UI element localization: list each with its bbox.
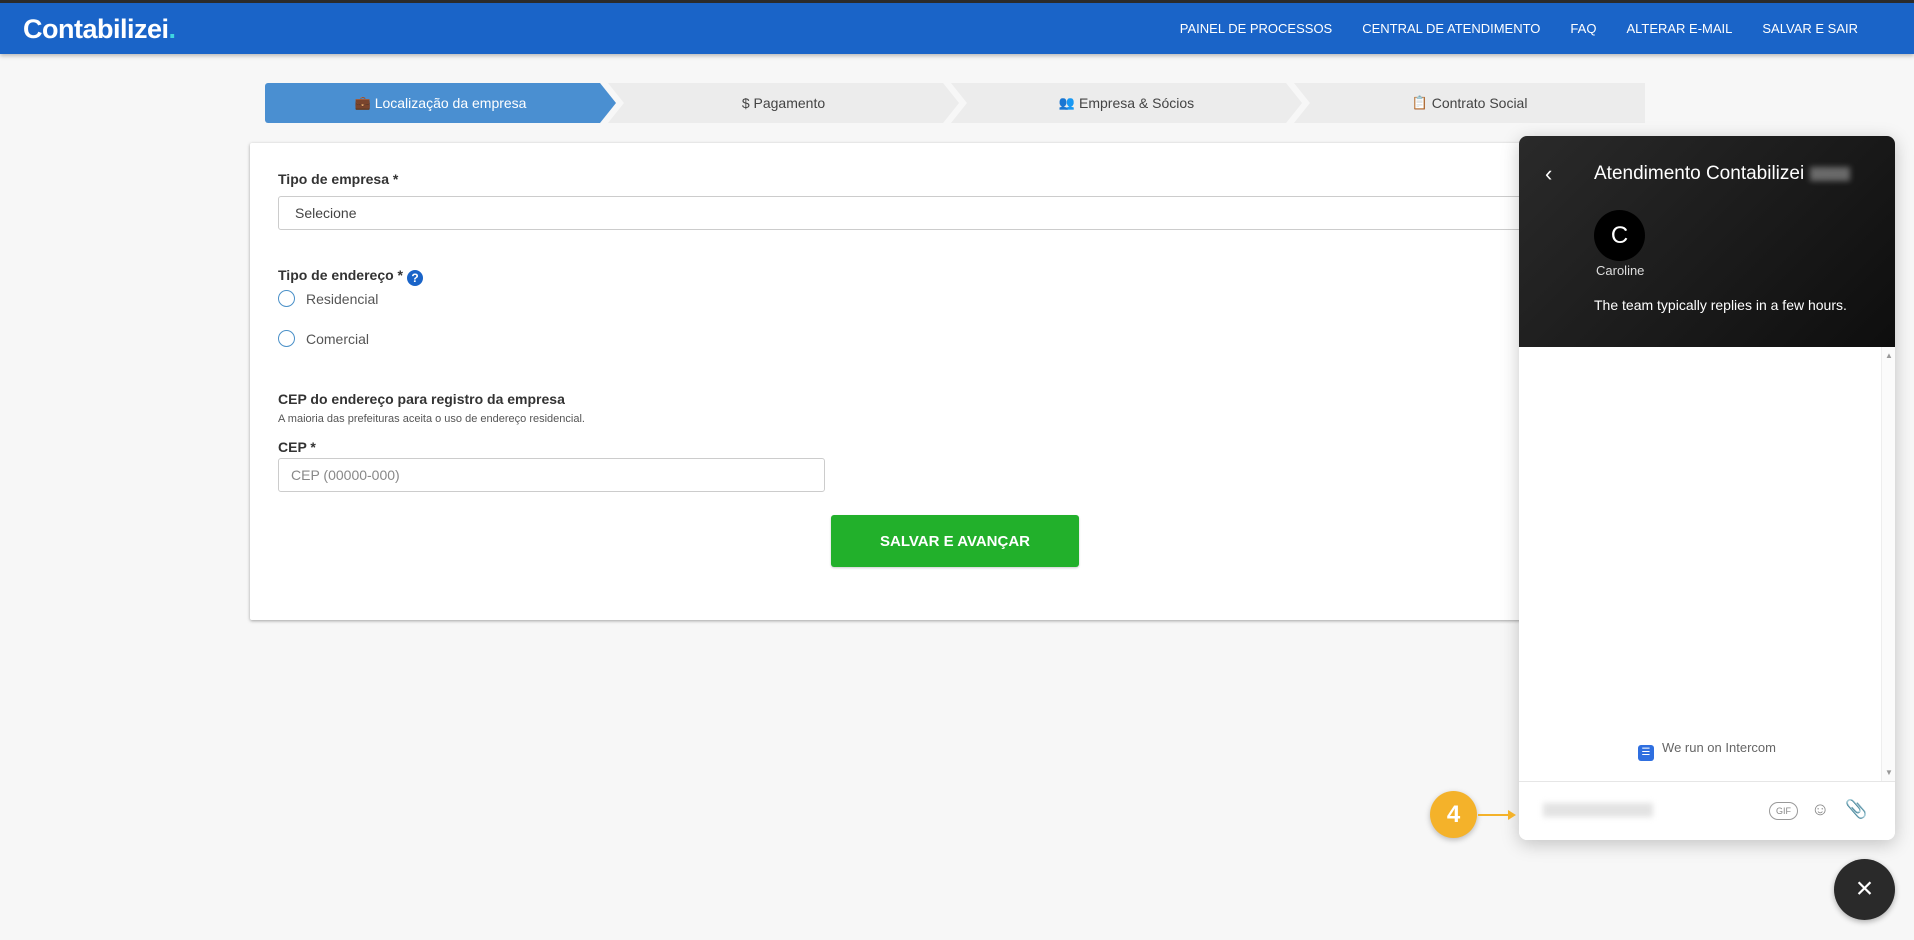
chat-header: ‹ Atendimento Contabilizei C Caroline Th… xyxy=(1519,136,1895,347)
reply-time-note: The team typically replies in a few hour… xyxy=(1594,297,1847,313)
radio-circle[interactable] xyxy=(278,290,295,307)
briefcase-icon: 💼 xyxy=(354,95,371,110)
intercom-logo-icon: ☰ xyxy=(1638,745,1655,761)
step-pagamento[interactable]: $ Pagamento xyxy=(608,83,959,123)
close-chat-button[interactable]: × xyxy=(1834,859,1895,920)
back-arrow-icon[interactable]: ‹ xyxy=(1545,161,1552,187)
contabilizei-logo[interactable]: Contabilizei. xyxy=(23,14,176,45)
radio-residencial[interactable]: Residencial xyxy=(278,290,378,307)
gif-button[interactable]: GIF xyxy=(1769,802,1798,820)
step-contrato-social[interactable]: 📋 Contrato Social xyxy=(1294,83,1645,123)
cep-input[interactable]: CEP (00000-000) xyxy=(278,458,825,492)
save-and-advance-button[interactable]: SALVAR E AVANÇAR xyxy=(831,515,1079,567)
company-type-select[interactable]: Selecione xyxy=(278,196,1658,230)
step-localizacao[interactable]: 💼 Localização da empresa xyxy=(265,83,616,123)
address-type-label: Tipo de endereço *? xyxy=(278,267,423,286)
intercom-credit[interactable]: ☰ We run on Intercom xyxy=(1519,740,1895,761)
document-icon: 📋 xyxy=(1411,95,1428,110)
nav-painel-de-processos[interactable]: PAINEL DE PROCESSOS xyxy=(1180,21,1332,36)
users-icon: 👥 xyxy=(1058,95,1075,110)
nav-alterar-email[interactable]: ALTERAR E-MAIL xyxy=(1626,21,1732,36)
cep-section-title: CEP do endereço para registro da empresa xyxy=(278,391,565,407)
main-nav: PAINEL DE PROCESSOS CENTRAL DE ATENDIMEN… xyxy=(1150,3,1858,54)
help-icon[interactable]: ? xyxy=(407,270,423,286)
form-card: Tipo de empresa * Selecione Tipo de ende… xyxy=(250,143,1670,620)
agent-name: Caroline xyxy=(1596,263,1645,278)
blurred-text xyxy=(1810,166,1851,181)
emoji-icon[interactable]: ☺ xyxy=(1811,799,1829,820)
nav-faq[interactable]: FAQ xyxy=(1570,21,1596,36)
nav-salvar-e-sair[interactable]: SALVAR E SAIR xyxy=(1762,21,1858,36)
radio-circle[interactable] xyxy=(278,330,295,347)
avatar: C xyxy=(1594,210,1645,261)
company-type-label: Tipo de empresa * xyxy=(278,171,399,187)
step-empresa-socios[interactable]: 👥 Empresa & Sócios xyxy=(951,83,1302,123)
chat-widget: ‹ Atendimento Contabilizei C Caroline Th… xyxy=(1519,136,1895,840)
cep-label: CEP * xyxy=(278,439,316,455)
chat-composer[interactable]: GIF ☺ 📎 xyxy=(1519,781,1895,840)
chat-title: Atendimento Contabilizei xyxy=(1594,163,1851,185)
radio-comercial[interactable]: Comercial xyxy=(278,330,369,347)
progress-steps: 💼 Localização da empresa $ Pagamento 👥 E… xyxy=(265,83,1645,123)
top-navbar: Contabilizei. PAINEL DE PROCESSOS CENTRA… xyxy=(0,0,1914,54)
attachment-icon[interactable]: 📎 xyxy=(1845,799,1867,820)
scroll-down-icon[interactable]: ▼ xyxy=(1885,768,1893,777)
chat-messages-area[interactable] xyxy=(1519,347,1881,781)
arrow-icon xyxy=(1478,810,1516,820)
message-input[interactable] xyxy=(1543,803,1653,817)
scroll-up-icon[interactable]: ▲ xyxy=(1885,351,1893,360)
step-number-badge: 4 xyxy=(1430,791,1477,838)
chat-scrollbar[interactable]: ▲ ▼ xyxy=(1881,347,1895,781)
cep-section-note: A maioria das prefeituras aceita o uso d… xyxy=(278,413,585,425)
nav-central-de-atendimento[interactable]: CENTRAL DE ATENDIMENTO xyxy=(1362,21,1540,36)
